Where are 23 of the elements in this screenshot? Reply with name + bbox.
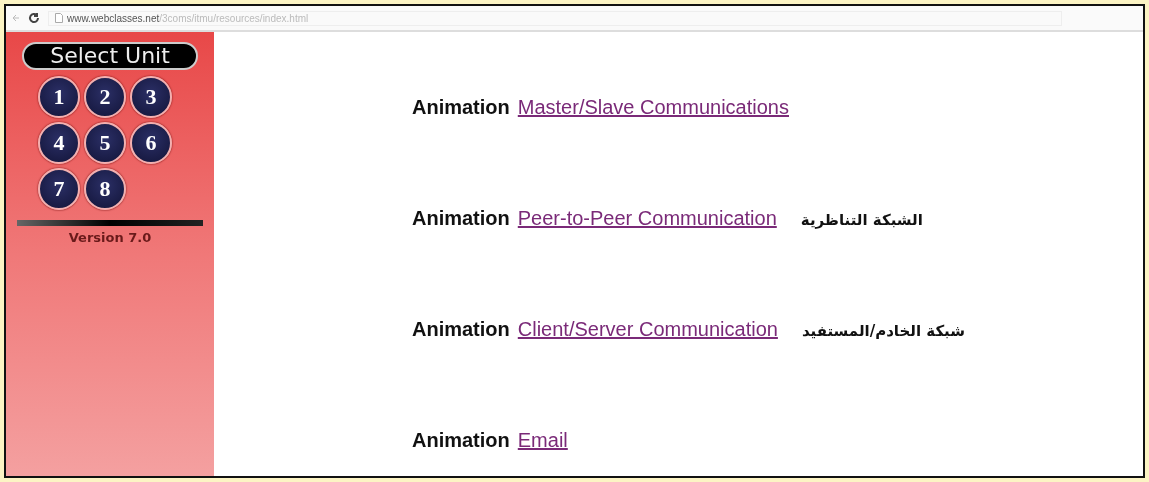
version-label: Version 7.0 (68, 230, 152, 245)
select-unit-title: Select Unit (22, 42, 198, 70)
unit-button[interactable]: 1 (38, 76, 80, 118)
reload-icon[interactable] (28, 12, 40, 24)
animation-link[interactable]: Email (517, 429, 568, 452)
address-field[interactable]: www.webclasses.net/3coms/itmu/resources/index.html (48, 10, 1062, 26)
animation-label: Animation (412, 96, 510, 119)
animation-label: Animation (412, 318, 510, 341)
unit-button[interactable]: 6 (130, 122, 172, 164)
animation-link[interactable]: Client/Server Communication (517, 318, 778, 341)
page-icon (55, 13, 63, 23)
unit-button[interactable]: 2 (84, 76, 126, 118)
arabic-caption: الشبكة التناظرية (800, 211, 923, 229)
unit-button[interactable]: 3 (130, 76, 172, 118)
unit-button[interactable]: 5 (84, 122, 126, 164)
unit-button[interactable]: 8 (84, 168, 126, 210)
animation-link[interactable]: Master/Slave Communications (517, 96, 789, 119)
unit-button[interactable]: 4 (38, 122, 80, 164)
animation-label: Animation (412, 429, 510, 452)
arabic-caption: شبكة الخادم/المستفيد (801, 322, 965, 340)
animation-label: Animation (412, 207, 510, 230)
unit-button[interactable]: 7 (38, 168, 80, 210)
animation-link[interactable]: Peer-to-Peer Communication (517, 207, 777, 230)
